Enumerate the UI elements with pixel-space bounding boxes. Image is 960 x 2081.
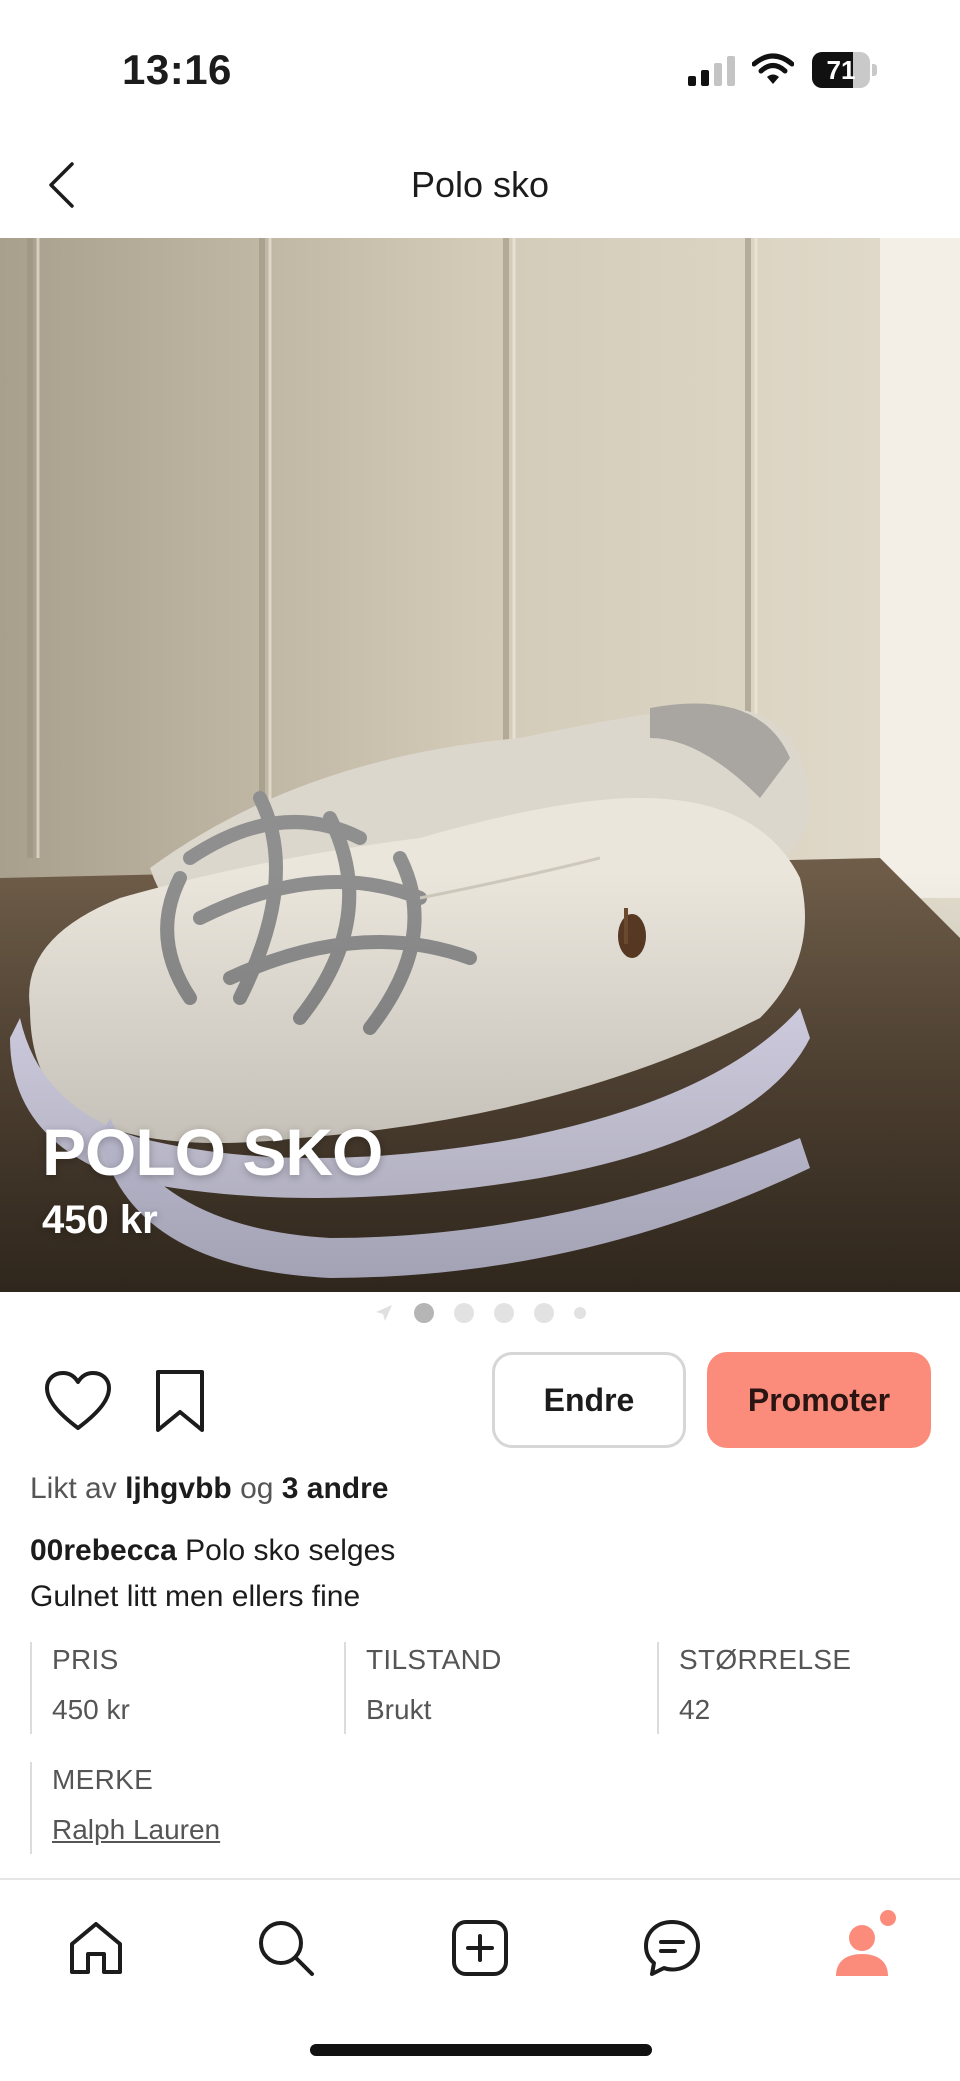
edit-button[interactable]: Endre	[492, 1352, 686, 1448]
liked-by-user[interactable]: ljhgvbb	[125, 1472, 232, 1505]
carousel-dot[interactable]	[494, 1303, 514, 1323]
liked-by-joiner: og	[240, 1472, 274, 1505]
location-arrow-icon	[376, 1305, 392, 1321]
tab-bar	[0, 1880, 960, 2000]
wifi-icon	[752, 53, 794, 84]
home-indicator	[310, 2044, 652, 2056]
carousel-dot[interactable]	[414, 1303, 434, 1323]
detail-size-label: STØRRELSE	[679, 1644, 852, 1675]
status-time: 13:16	[122, 46, 232, 93]
product-title-overlay: POLO SKO	[42, 1115, 383, 1189]
heart-icon[interactable]	[44, 1370, 112, 1432]
promote-button[interactable]: Promoter	[707, 1352, 931, 1448]
notification-dot	[880, 1910, 896, 1926]
product-page: 13:16 71 Polo sko POLO SKO 450 kr Endre …	[0, 0, 960, 2081]
detail-brand-link[interactable]: Ralph Lauren	[52, 1814, 340, 1846]
action-bar: Endre Promoter	[0, 1350, 960, 1450]
caption-username[interactable]: 00rebecca	[30, 1534, 177, 1567]
carousel-dot[interactable]	[534, 1303, 554, 1323]
signal-icon	[688, 56, 735, 86]
detail-condition-label: TILSTAND	[366, 1644, 502, 1675]
tab-add[interactable]	[440, 1908, 520, 1988]
detail-brand-label: MERKE	[52, 1764, 154, 1795]
detail-brand: MERKE Ralph Lauren	[30, 1762, 340, 1854]
battery-level: 71	[826, 55, 856, 85]
home-icon	[70, 1922, 122, 1974]
caption: 00rebecca Polo sko selges Gulnet litt me…	[30, 1528, 395, 1620]
detail-price: PRIS 450 kr	[30, 1642, 340, 1734]
liked-by-prefix: Likt av	[30, 1472, 117, 1505]
product-price-overlay: 450 kr	[42, 1198, 158, 1242]
caption-line1: Polo sko selges	[185, 1534, 396, 1567]
messages-icon	[644, 1920, 700, 1976]
caption-line2: Gulnet litt men ellers fine	[30, 1580, 361, 1613]
carousel-dot[interactable]	[454, 1303, 474, 1323]
image-carousel-indicator[interactable]	[0, 1300, 960, 1326]
product-image[interactable]: POLO SKO 450 kr	[0, 238, 960, 1292]
tab-search[interactable]	[246, 1908, 326, 1988]
liked-by-others[interactable]: 3 andre	[282, 1472, 389, 1505]
detail-size-value: 42	[679, 1694, 711, 1725]
tab-messages[interactable]	[632, 1908, 712, 1988]
tab-profile[interactable]	[822, 1908, 902, 1988]
battery-icon: 71	[812, 52, 877, 88]
profile-icon	[836, 1925, 888, 1976]
bookmark-icon[interactable]	[152, 1368, 208, 1434]
search-icon	[259, 1921, 314, 1976]
tab-home[interactable]	[56, 1908, 136, 1988]
detail-price-value: 450 kr	[52, 1694, 130, 1725]
page-title: Polo sko	[410, 164, 550, 205]
status-bar: 13:16 71	[0, 0, 960, 130]
detail-condition: TILSTAND Brukt	[344, 1642, 654, 1734]
detail-price-label: PRIS	[52, 1644, 119, 1675]
nav-header: Polo sko	[0, 140, 960, 240]
add-icon	[452, 1920, 508, 1976]
detail-size: STØRRELSE 42	[657, 1642, 947, 1734]
carousel-dot[interactable]	[574, 1307, 586, 1319]
detail-condition-value: Brukt	[366, 1694, 432, 1725]
liked-by: Likt av ljhgvbb og 3 andre	[30, 1472, 389, 1506]
